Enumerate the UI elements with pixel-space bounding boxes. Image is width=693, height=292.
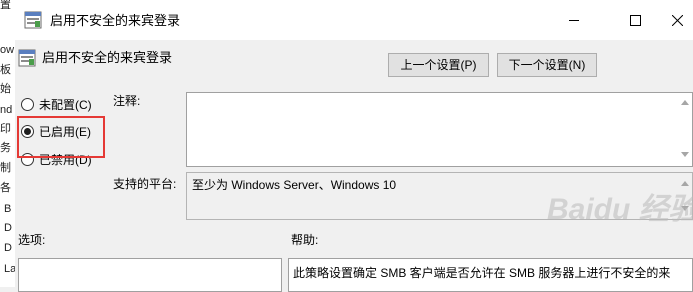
background-text-fragment: D xyxy=(4,222,12,234)
close-button[interactable] xyxy=(655,0,693,40)
previous-setting-button[interactable]: 上一个设置(P) xyxy=(388,53,489,77)
radio-label: 未配置(C) xyxy=(39,98,92,112)
comment-label: 注释: xyxy=(113,94,141,108)
scroll-down-arrow-icon[interactable] xyxy=(681,152,689,157)
background-text-fragment: 始 xyxy=(0,83,11,95)
background-window-strip: 置 ow 板 始 nd 印 务 制 各 B D D La xyxy=(0,0,16,287)
next-setting-button[interactable]: 下一个设置(N) xyxy=(497,53,597,77)
background-text-fragment: D xyxy=(4,242,12,254)
maximize-icon xyxy=(630,15,641,26)
options-label: 选项: xyxy=(18,233,46,247)
scroll-up-arrow-icon[interactable] xyxy=(681,181,689,186)
maximize-button[interactable] xyxy=(613,0,659,40)
background-text-fragment: 各 xyxy=(0,182,11,194)
policy-name: 启用不安全的来宾登录 xyxy=(42,50,173,65)
background-text-fragment: 置 xyxy=(0,0,11,11)
scroll-up-arrow-icon[interactable] xyxy=(681,100,689,105)
comment-textarea[interactable] xyxy=(186,92,693,167)
background-text-fragment: 板 xyxy=(0,64,11,76)
policy-settings-icon xyxy=(24,11,42,29)
minimize-icon xyxy=(569,20,579,21)
background-text-fragment: 制 xyxy=(0,162,11,174)
policy-settings-icon xyxy=(18,49,36,67)
background-text-fragment: 务 xyxy=(0,142,11,154)
background-text-fragment: ow xyxy=(0,44,15,56)
background-text-fragment: B xyxy=(4,203,12,215)
annotation-highlight-box xyxy=(17,116,105,158)
window-title: 启用不安全的来宾登录 xyxy=(50,13,181,28)
background-text-fragment: nd xyxy=(0,104,13,116)
close-icon xyxy=(672,15,683,26)
help-text: 此策略设置确定 SMB 客户端是否允许在 SMB 服务器上进行不安全的来 xyxy=(293,266,671,280)
radio-button[interactable] xyxy=(21,98,34,111)
supported-on-value: 至少为 Windows Server、Windows 10 xyxy=(192,178,397,192)
supported-on-label: 支持的平台: xyxy=(113,177,177,191)
minimize-button[interactable] xyxy=(552,0,598,40)
background-text-fragment: 印 xyxy=(0,123,11,135)
policy-dialog: 启用不安全的来宾登录 启用不安全的来宾登录 上一个设置(P) 下一个设置(N) … xyxy=(15,0,693,292)
baidu-watermark: Baidu 经验 xyxy=(547,193,693,226)
title-bar[interactable]: 启用不安全的来宾登录 xyxy=(15,0,693,40)
help-label: 帮助: xyxy=(291,233,319,247)
